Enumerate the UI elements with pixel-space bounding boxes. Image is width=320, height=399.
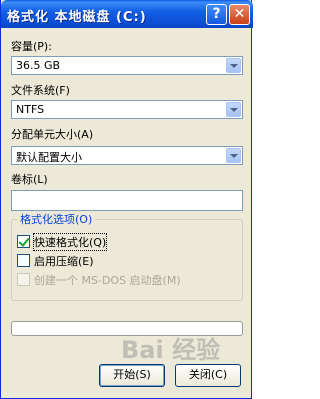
capacity-label: 容量(P): xyxy=(11,40,52,53)
close-window-button[interactable]: ✕ xyxy=(229,4,250,25)
alloc-unit-select[interactable]: 默认配置大小 xyxy=(11,146,243,165)
filesystem-select[interactable]: NTFS xyxy=(11,100,243,119)
chevron-down-icon[interactable] xyxy=(226,58,241,73)
filesystem-label: 文件系统(F) xyxy=(11,84,70,97)
capacity-value: 36.5 GB xyxy=(16,59,61,72)
compression-label[interactable]: 启用压缩(E) xyxy=(34,253,94,269)
format-dialog: 格式化 本地磁盘 (C:) ? ✕ 容量(P): 36.5 GB 文件系统(F)… xyxy=(0,0,253,399)
volume-label-input[interactable] xyxy=(11,190,243,211)
alloc-unit-label: 分配单元大小(A) xyxy=(11,128,94,141)
help-button[interactable]: ? xyxy=(206,4,227,25)
alloc-unit-value: 默认配置大小 xyxy=(16,151,82,164)
dialog-title: 格式化 本地磁盘 (C:) xyxy=(7,10,147,25)
volume-label-label: 卷标(L) xyxy=(11,173,48,186)
title-bar[interactable]: 格式化 本地磁盘 (C:) ? ✕ xyxy=(1,0,253,28)
quick-format-checkbox[interactable] xyxy=(17,235,30,248)
chevron-down-icon[interactable] xyxy=(226,102,241,117)
watermark: Bai 经验 xyxy=(121,336,221,364)
compression-checkbox[interactable] xyxy=(17,254,30,267)
quick-format-label[interactable]: 快速格式化(Q) xyxy=(32,233,108,251)
msdos-disk-label: 创建一个 MS-DOS 启动盘(M) xyxy=(34,274,181,287)
chevron-down-icon[interactable] xyxy=(226,148,241,163)
format-options-title: 格式化选项(O) xyxy=(17,211,96,227)
msdos-disk-checkbox[interactable] xyxy=(17,273,30,286)
capacity-select[interactable]: 36.5 GB xyxy=(11,56,243,75)
start-button[interactable]: 开始(S) xyxy=(99,364,165,387)
filesystem-value: NTFS xyxy=(16,103,45,116)
close-button[interactable]: 关闭(C) xyxy=(175,364,241,387)
